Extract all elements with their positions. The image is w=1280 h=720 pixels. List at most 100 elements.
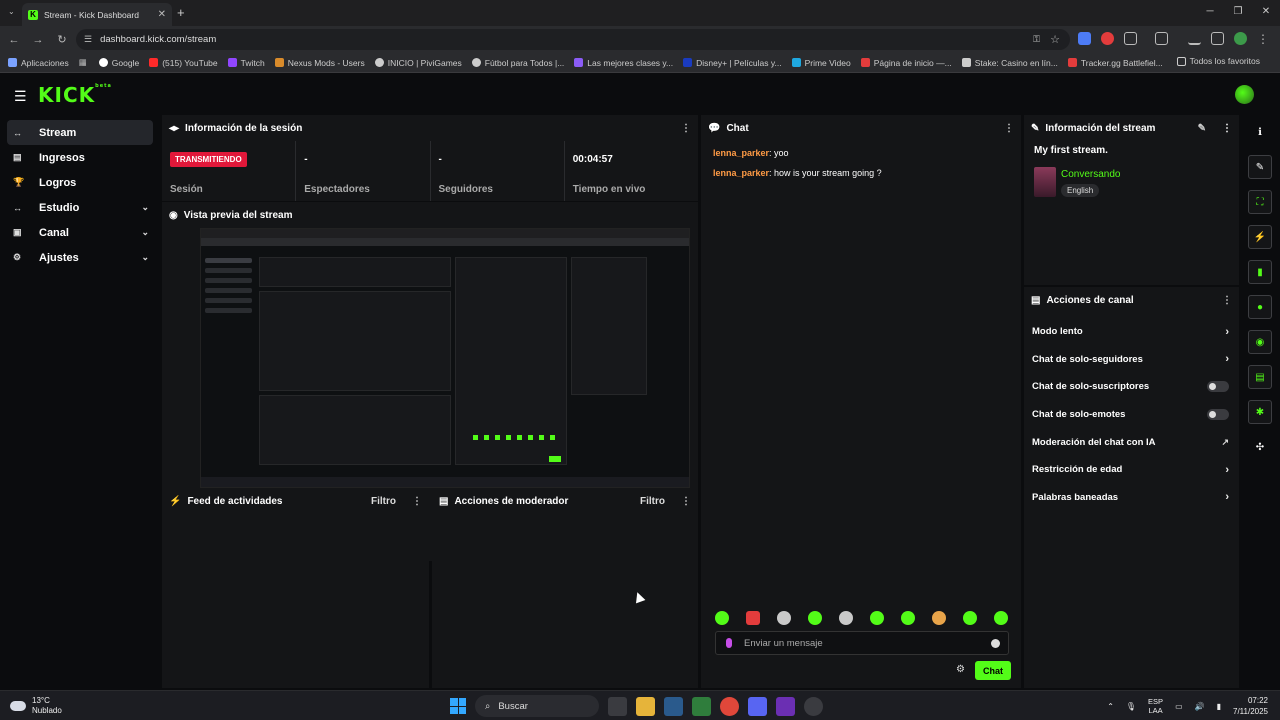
action-ai-moderation[interactable]: Moderación del chat con IA ↗ [1024, 428, 1239, 456]
password-key-icon[interactable]: ⚿ [1033, 34, 1040, 45]
xbox-icon[interactable] [692, 696, 711, 716]
emote-icon[interactable] [715, 611, 729, 625]
more-options-icon[interactable]: ⋮ [412, 496, 422, 507]
menu-icon[interactable]: ☰ [14, 88, 27, 105]
tab-search-icon[interactable]: ⌄ [8, 7, 15, 16]
tab-close-icon[interactable]: ✕ [158, 9, 166, 20]
emoji-picker-icon[interactable] [991, 638, 1000, 648]
customize-icon[interactable] [1211, 32, 1224, 45]
task-view-icon[interactable] [608, 696, 627, 716]
more-options-icon[interactable]: ⋮ [1222, 123, 1232, 134]
broadcast-icon[interactable]: ◉ [1248, 330, 1272, 354]
volume-icon[interactable]: 🔊 [1195, 702, 1205, 711]
user-avatar[interactable] [1235, 85, 1254, 104]
minimize-icon[interactable]: ─ [1196, 0, 1224, 26]
chat-send-button[interactable]: Chat [975, 661, 1011, 680]
extensions-icon[interactable] [1124, 32, 1137, 45]
bookmark-item[interactable]: Twitch [227, 58, 265, 68]
discord-icon[interactable] [748, 696, 767, 716]
action-followers-only[interactable]: Chat de solo-seguidores › [1024, 346, 1239, 374]
edit-stream-icon[interactable]: ✎ [1248, 155, 1272, 179]
sidebar-item-ajustes[interactable]: ⚙ Ajustes ⌄ [7, 245, 153, 270]
chat-input[interactable]: Enviar un mensaje [715, 631, 1009, 655]
emote-icon[interactable] [932, 611, 946, 625]
profile-icon[interactable] [1234, 32, 1247, 45]
windows-start-icon[interactable] [450, 698, 466, 714]
bookmark-item[interactable]: Fútbol para Todos |... [471, 58, 564, 68]
visual-studio-icon[interactable] [776, 696, 795, 716]
keyboard-language[interactable]: ESP LAA [1148, 697, 1163, 715]
more-options-icon[interactable]: ⋮ [681, 496, 691, 507]
sidepanel-icon[interactable] [1155, 32, 1168, 45]
site-info-icon[interactable]: ☰ [84, 34, 92, 45]
emote-icon[interactable] [994, 611, 1008, 625]
clock[interactable]: 07:22 7/11/2025 [1233, 695, 1268, 717]
all-bookmarks[interactable]: Todos los favoritos [1176, 56, 1260, 66]
emotes-only-toggle[interactable] [1207, 409, 1229, 421]
layout-icon[interactable]: ▤ [1248, 365, 1272, 389]
emote-icon[interactable] [963, 611, 977, 625]
chrome-icon[interactable] [720, 696, 739, 716]
new-tab-icon[interactable]: + [177, 5, 185, 20]
sidebar-item-ingresos[interactable]: ▤ Ingresos [7, 145, 153, 170]
chat-settings-icon[interactable]: ⚙ [956, 664, 965, 675]
stream-preview[interactable] [200, 228, 690, 488]
bookmark-item[interactable]: Página de inicio —... [860, 58, 952, 68]
chat-username[interactable]: lenna_parker [713, 148, 769, 158]
more-options-icon[interactable]: ⋮ [681, 123, 691, 134]
network-icon[interactable]: ▭ [1175, 702, 1183, 711]
wrench-icon[interactable]: ✱ [1248, 400, 1272, 424]
chat-username[interactable]: lenna_parker [713, 168, 769, 178]
obs-icon[interactable] [804, 696, 823, 716]
clip-icon[interactable]: ⛶ [1248, 190, 1272, 214]
filter-button[interactable]: Filtro [371, 496, 396, 507]
download-icon[interactable] [1188, 32, 1201, 45]
translate-icon[interactable] [1078, 32, 1091, 45]
battery-icon[interactable]: ▮ [1217, 702, 1221, 711]
forward-icon[interactable]: → [26, 34, 50, 46]
emote-icon[interactable] [746, 611, 760, 625]
kick-logo[interactable]: KICKbeta [38, 83, 112, 107]
bookmark-star-icon[interactable]: ☆ [1050, 33, 1060, 46]
bookmark-item[interactable]: Google [98, 58, 139, 68]
taskbar-search[interactable]: ⌕ Buscar [475, 695, 599, 717]
action-banned-words[interactable]: Palabras baneadas › [1024, 484, 1239, 512]
bookmark-item[interactable]: Stake: Casino en lín... [961, 58, 1058, 68]
more-options-icon[interactable]: ⋮ [1004, 123, 1014, 134]
bookmark-item[interactable]: (515) YouTube [149, 58, 218, 68]
more-options-icon[interactable]: ⋮ [1222, 295, 1232, 306]
browser-menu-icon[interactable]: ⋮ [1257, 32, 1269, 46]
customize-icon[interactable]: ✣ [1248, 435, 1272, 459]
bookmark-item[interactable]: Prime Video [791, 58, 851, 68]
grid-icon[interactable]: ▦ [79, 57, 87, 68]
reload-icon[interactable]: ↻ [50, 33, 74, 46]
chat-bubble-icon[interactable]: ● [1248, 295, 1272, 319]
info-icon[interactable]: ℹ [1248, 120, 1272, 144]
edit-pencil-icon[interactable]: ✎ [1198, 123, 1206, 134]
steam-icon[interactable] [664, 696, 683, 716]
microphone-tray-icon[interactable]: 🎙 [1126, 702, 1136, 711]
file-explorer-icon[interactable] [636, 696, 655, 716]
action-slow-mode[interactable]: Modo lento › [1024, 318, 1239, 346]
sidebar-item-stream[interactable]: ↔ Stream [7, 120, 153, 145]
sidebar-item-logros[interactable]: 🏆 Logros [7, 170, 153, 195]
category-name[interactable]: Conversando [1061, 169, 1120, 180]
bookmark-item[interactable]: Las mejores clases y... [574, 58, 673, 68]
back-icon[interactable]: ← [2, 34, 26, 46]
bookmark-item[interactable]: Disney+ | Películas y... [683, 58, 782, 68]
bookmark-item[interactable]: Nexus Mods - Users [274, 58, 365, 68]
action-age-restriction[interactable]: Restricción de edad › [1024, 456, 1239, 484]
weather-widget[interactable]: 13°C Nublado [10, 696, 62, 716]
bookmark-item[interactable]: INICIO | PiviGames [374, 58, 462, 68]
microphone-icon[interactable] [726, 638, 732, 648]
subscribers-only-toggle[interactable] [1207, 381, 1229, 393]
bookmark-item[interactable]: Aplicaciones [8, 58, 69, 68]
poll-icon[interactable]: ▮ [1248, 260, 1272, 284]
browser-tab[interactable]: K Stream - Kick Dashboard ✕ [22, 3, 172, 26]
raid-icon[interactable]: ⚡ [1248, 225, 1272, 249]
emote-icon[interactable] [808, 611, 822, 625]
filter-button[interactable]: Filtro [640, 496, 665, 507]
record-extension-icon[interactable] [1101, 32, 1114, 45]
emote-icon[interactable] [777, 611, 791, 625]
tray-overflow-icon[interactable]: ⌃ [1107, 702, 1114, 711]
